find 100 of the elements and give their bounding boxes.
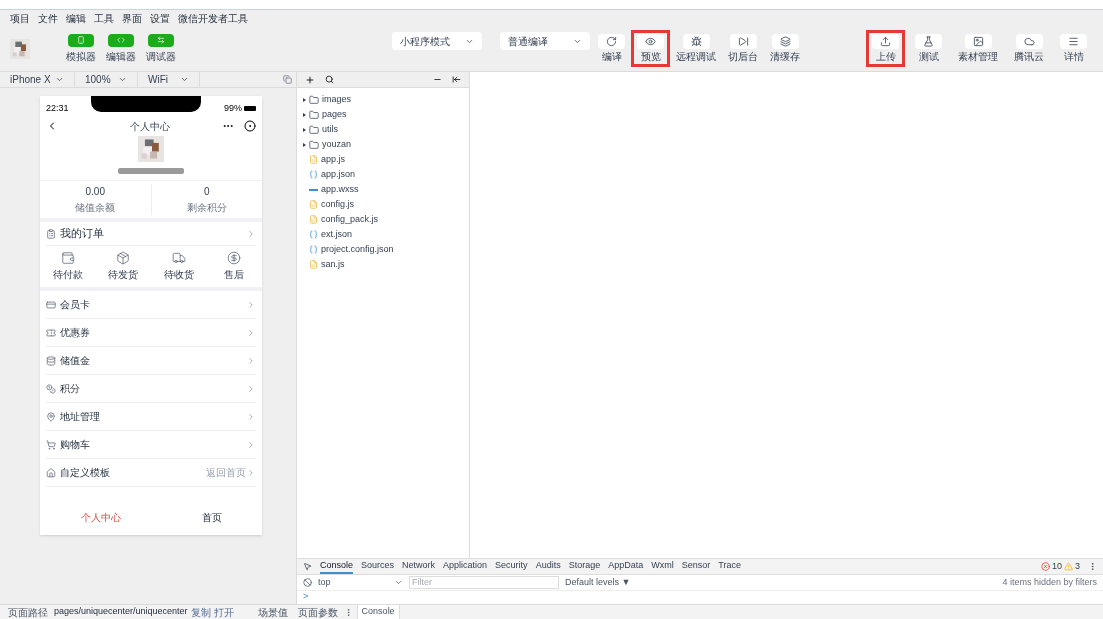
drawer-tab[interactable]: Console (356, 604, 400, 619)
menu-row[interactable]: 自定义模板 返回首页 (46, 459, 256, 487)
devtools-tab[interactable]: Console (320, 559, 354, 574)
menu-item[interactable]: 微信开发者工具 (178, 10, 248, 26)
path-label: 页面路径 (8, 605, 48, 619)
order-status-button[interactable]: 待发货 (101, 251, 146, 282)
menu-item[interactable]: 设置 (150, 10, 170, 26)
toolbar-button[interactable]: 测试 (909, 30, 948, 67)
filter-field[interactable]: Filter (409, 576, 559, 589)
view-button[interactable]: 调试器 (146, 33, 176, 64)
menu-row[interactable]: 购物车 (46, 431, 256, 459)
order-status-button[interactable]: 待付款 (45, 251, 90, 282)
menu-item[interactable]: 文件 (38, 10, 58, 26)
view-icon (117, 36, 125, 44)
clear-console-icon[interactable] (303, 578, 312, 587)
menu-row-icon (46, 467, 56, 478)
json-file-icon (309, 245, 318, 254)
file-tree-item[interactable]: images (297, 92, 469, 107)
orders-row[interactable]: 我的订单 (46, 222, 256, 246)
toolbar-button[interactable]: 切后台 (722, 30, 764, 67)
status-link[interactable]: 打开 (213, 604, 234, 619)
levels-select[interactable]: Default levels ▼ (565, 575, 631, 590)
stat-label: 储值余额 (75, 201, 116, 215)
params-label[interactable]: 页面参数 (297, 604, 338, 619)
folder-icon (309, 139, 319, 150)
file-tree-item[interactable]: san.js (297, 257, 469, 272)
chevron-icon (246, 383, 256, 394)
zoom-select[interactable]: 100% (74, 72, 137, 87)
device-select[interactable]: iPhone X (0, 72, 74, 87)
add-icon[interactable] (305, 74, 315, 85)
chevron-down-icon (394, 578, 403, 587)
toolbar-button[interactable]: 编译 (592, 30, 631, 67)
network-select[interactable]: WiFi (137, 72, 200, 87)
menu-row[interactable]: 会员卡 (46, 291, 256, 319)
file-tree-item[interactable]: app.wxss (297, 182, 469, 197)
file-tree-item[interactable]: config.js (297, 197, 469, 212)
toolbar-button[interactable]: 上传 (866, 30, 905, 67)
inspect-icon[interactable] (303, 562, 312, 571)
toolbar-icon (645, 36, 656, 47)
devtools-tab[interactable]: Trace (718, 559, 741, 574)
toolbar-button[interactable]: 清缓存 (764, 30, 806, 67)
menu-row[interactable]: 储值金 (46, 347, 256, 375)
sidebar-toggle-icon[interactable] (452, 75, 461, 84)
view-icon (77, 36, 85, 44)
status-link[interactable]: 复制 (190, 604, 211, 619)
menu-row[interactable]: 积分 (46, 375, 256, 403)
toolbar-button[interactable]: 素材管理 (952, 30, 1004, 67)
toolbar-icon (923, 36, 934, 47)
devtools-tab[interactable]: Security (495, 559, 528, 574)
menu-row[interactable]: 优惠券 (46, 319, 256, 347)
devtools-tab[interactable]: AppData (608, 559, 644, 574)
file-tree-item[interactable]: utils (297, 122, 469, 137)
file-tree-item[interactable]: app.json (297, 167, 469, 182)
devtools-tab[interactable]: Storage (568, 559, 601, 574)
tabbar-tab[interactable]: 个人中心 (80, 510, 121, 525)
menu-item[interactable]: 工具 (94, 10, 114, 26)
mode-select[interactable]: 小程序模式 (392, 32, 482, 50)
expand-arrow-icon (303, 127, 306, 132)
devtools-tab[interactable]: Wxml (651, 559, 674, 574)
menu-row-icon (46, 327, 56, 338)
warning-count: 3 (1075, 559, 1080, 573)
js-file-icon (309, 200, 318, 209)
file-tree-item[interactable]: project.config.json (297, 242, 469, 257)
row-note: 返回首页 (206, 466, 246, 480)
chevron-icon (246, 299, 256, 310)
menu-item[interactable]: 界面 (122, 10, 142, 26)
toolbar-button[interactable]: 详情 (1054, 30, 1093, 67)
order-status-button[interactable]: 待收货 (156, 251, 201, 282)
devtools-tab[interactable]: Application (443, 559, 488, 574)
expand-arrow-icon (303, 142, 306, 147)
view-button[interactable]: 模拟器 (66, 33, 96, 64)
stat-value: 0 (203, 185, 210, 199)
file-tree-item[interactable]: youzan (297, 137, 469, 152)
file-tree-item[interactable]: config_pack.js (297, 212, 469, 227)
devtools-tab[interactable]: Audits (535, 559, 561, 574)
close-icon[interactable] (244, 120, 256, 132)
tabbar-tab[interactable]: 首页 (201, 510, 222, 525)
scene-label[interactable]: 场景值 (257, 604, 288, 619)
file-tree-item[interactable]: pages (297, 107, 469, 122)
context-select[interactable]: top (318, 575, 403, 590)
devtools-tab[interactable]: Sensor (681, 559, 711, 574)
toolbar-button[interactable]: 远程调试 (670, 30, 722, 67)
menu-item[interactable]: 编辑 (66, 10, 86, 26)
devtools-tab[interactable]: Network (402, 559, 436, 574)
menu-item[interactable]: 项目 (10, 10, 30, 26)
more-vertical-icon[interactable] (1088, 562, 1097, 571)
toolbar-button[interactable]: 腾讯云 (1008, 30, 1050, 67)
menu-row[interactable]: 地址管理 (46, 403, 256, 431)
view-button[interactable]: 编辑器 (106, 33, 136, 64)
toolbar-icon (779, 36, 791, 47)
json-file-icon (309, 170, 318, 179)
order-status-button[interactable]: 售后 (212, 251, 257, 282)
compile-select[interactable]: 普通编译 (500, 32, 590, 50)
search-icon[interactable] (325, 75, 334, 84)
file-tree-item[interactable]: app.js (297, 152, 469, 167)
toolbar-button[interactable]: 预览 (631, 30, 670, 67)
stat-value: 0.00 (85, 185, 105, 199)
error-icon (1040, 562, 1050, 571)
devtools-tab[interactable]: Sources (361, 559, 395, 574)
file-tree-item[interactable]: ext.json (297, 227, 469, 242)
